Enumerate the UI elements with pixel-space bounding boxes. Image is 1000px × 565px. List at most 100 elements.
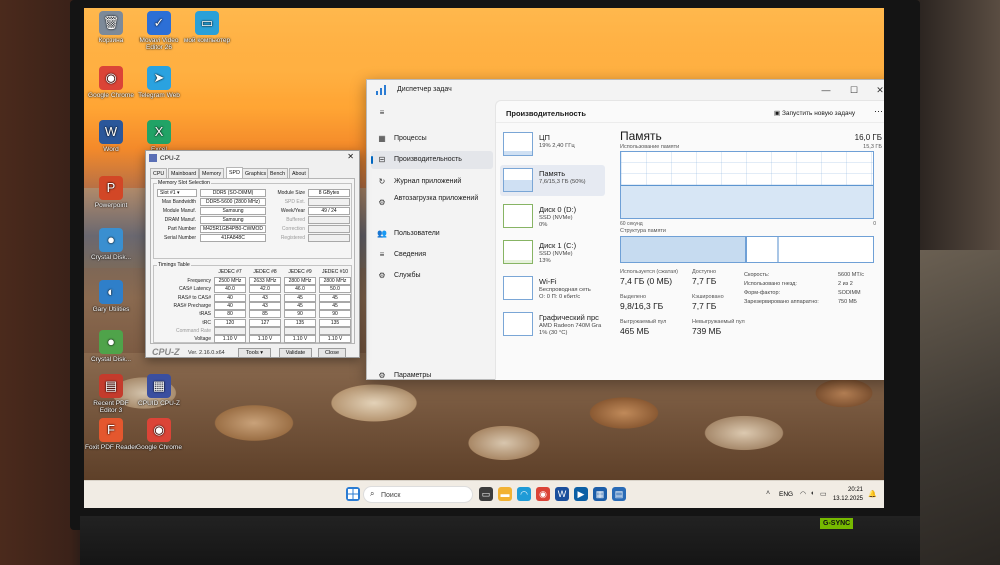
taskbar-search[interactable]: ⌕ Поиск [363, 486, 473, 503]
memory-structure-used [621, 237, 747, 262]
minimize-button[interactable]: — [815, 83, 837, 97]
desktop-icon[interactable]: F Foxit PDF Reader [84, 418, 138, 451]
nav-item-label: Параметры [394, 372, 432, 379]
desktop-icon[interactable]: ● Crystal Disk... [84, 330, 138, 363]
memory-panel: Память 16,0 ГБ Использование памяти 15,3… [616, 127, 884, 377]
file-explorer-icon[interactable]: ▬ [498, 487, 512, 501]
part-number-label: Part Number [167, 226, 196, 232]
timings-cell: 135 [284, 318, 316, 327]
resource-thumbnail-fill [504, 180, 532, 191]
language-indicator[interactable]: ENG [779, 491, 793, 498]
desktop-icon[interactable]: W Word [84, 120, 138, 153]
resource-detail: О: 0 П: 0 кбит/с [539, 294, 581, 300]
desktop-icon[interactable]: ◐ Gary Utilities [84, 280, 138, 313]
desktop-icon[interactable]: ◉ Google Chrome [132, 418, 186, 451]
timings-cell: 1.10 V [319, 335, 351, 344]
task-manager-titlebar[interactable]: Диспетчер задач — ☐ ✕ [367, 80, 884, 100]
nav-item-app-history[interactable]: ↻ Журнал приложений [371, 173, 493, 191]
timings-cell: 45 [284, 301, 316, 310]
memory-structure-label: Структура памяти [620, 228, 667, 234]
desktop-icon[interactable]: ▦ CPUID CPU-Z [132, 374, 186, 407]
app-icon: ◉ [147, 418, 171, 442]
timings-cell: 42.0 [249, 285, 281, 294]
slot-select[interactable]: Slot #1 ▾ [157, 189, 197, 197]
desktop-icon[interactable]: ➤ Telegram Web [132, 66, 186, 99]
serial-number-field: 41FA848C [200, 234, 266, 242]
wifi-icon[interactable]: ◠ [800, 490, 806, 498]
desktop-icon-label: Корзина [98, 37, 124, 44]
tray-chevron-icon[interactable]: ˄ [766, 490, 770, 497]
movavi-icon[interactable]: ▶ [574, 487, 588, 501]
tab-memory[interactable]: Memory [199, 168, 225, 178]
desktop-icon[interactable]: ✓ Movavi Video Editor 26 [132, 11, 186, 51]
desktop-icon[interactable]: ▤ Recent PDF Editor 3 [84, 374, 138, 414]
start-button[interactable] [346, 487, 360, 501]
tab-about[interactable]: About [289, 168, 309, 178]
timings-cell [284, 326, 316, 335]
timings-cell [214, 326, 246, 335]
nav-item-users[interactable]: 👥 Пользователи [371, 225, 493, 243]
tab-mainboard[interactable]: Mainboard [168, 168, 200, 178]
tab-cpu[interactable]: CPU [150, 168, 168, 178]
task-manager-taskbar-icon[interactable]: ▤ [612, 487, 626, 501]
clock[interactable]: 20:21 13.12.2025 [829, 486, 863, 504]
app-icon: ▤ [99, 374, 123, 398]
tab-graphics[interactable]: Graphics [242, 168, 270, 178]
nav-item-performance[interactable]: ⊟ Производительность [371, 151, 493, 169]
desktop-icon-label: Gary Utilities [92, 306, 130, 313]
serial-number-label: Serial Number [164, 235, 196, 241]
nav-icon: ⚙ [378, 198, 386, 207]
desktop-icon-label: Recent PDF Editor 3 [93, 400, 129, 414]
resource-item[interactable]: Память 7,6/15,3 ГБ (50%) [500, 165, 605, 196]
desktop-icon[interactable]: XExcel [132, 120, 186, 153]
timings-column-header: JEDEC #10 [321, 269, 349, 275]
stat-cached: Кэшировано 7,7 ГБ [692, 294, 724, 311]
maximize-button[interactable]: ☐ [843, 83, 865, 97]
word-icon[interactable]: W [555, 487, 569, 501]
timings-cell: 46.0 [284, 285, 316, 294]
task-manager-window: Диспетчер задач — ☐ ✕ ≡ ▦ Процессы ⊟ Произв… [366, 79, 884, 380]
more-options-button[interactable]: ⋯ [874, 106, 883, 117]
close-button[interactable]: ✕ [869, 83, 884, 97]
nav-item-details[interactable]: ≡ Сведения [371, 246, 493, 264]
close-window-button[interactable]: Close [318, 348, 346, 358]
app-icon: ● [99, 228, 123, 252]
battery-icon[interactable]: ▭ [820, 490, 827, 498]
edge-icon[interactable]: ◠ [517, 487, 531, 501]
nav-item-settings[interactable]: ⚙ Параметры [371, 367, 493, 385]
memory-usage-graph-fill [621, 185, 873, 218]
timings-cell: 120 [214, 318, 246, 327]
validate-button[interactable]: Validate [279, 348, 312, 358]
cpuz-taskbar-icon[interactable]: ▦ [593, 487, 607, 501]
app-icon: W [99, 120, 123, 144]
run-new-task-button[interactable]: ▣ Запустить новую задачу [774, 109, 855, 117]
resource-detail: Беспроводная сеть [539, 287, 591, 293]
resource-detail: SSD (NVMe) [539, 251, 573, 257]
spec-value: 2 из 2 [838, 281, 853, 287]
tools-button[interactable]: Tools ▾ [238, 348, 271, 358]
volume-icon[interactable]: ◖ [810, 490, 814, 497]
tab-spd[interactable]: SPD [226, 167, 243, 178]
desktop-icon[interactable]: ▭ мой компьютер [180, 11, 234, 44]
nav-item-services[interactable]: ⚙ Службы [371, 267, 493, 285]
tab-bench[interactable]: Bench [267, 168, 289, 178]
close-button[interactable]: ✕ [347, 152, 354, 161]
resource-item[interactable]: Графический прс AMD Radeon 740M Gra 1% (30… [500, 309, 605, 340]
resource-item[interactable]: ЦП 19% 2,40 ГГц [500, 129, 605, 160]
resource-item[interactable]: Диск 1 (C:) SSD (NVMe) 13% [500, 237, 605, 268]
task-view-icon[interactable]: ▭ [479, 487, 493, 501]
desktop-icon[interactable]: ◉ Google Chrome [84, 66, 138, 99]
chrome-icon[interactable]: ◉ [536, 487, 550, 501]
resource-item[interactable]: Диск 0 (D:) SSD (NVMe) 0% [500, 201, 605, 232]
resource-item[interactable]: Wi-Fi Беспроводная сеть О: 0 П: 0 кбит/с [500, 273, 605, 304]
run-new-task-label: Запустить новую задачу [781, 110, 856, 117]
desktop-icon[interactable]: 🗑 Корзина [84, 11, 138, 44]
desktop-icon[interactable]: P Powerpoint [84, 176, 138, 209]
hamburger-button[interactable]: ≡ [371, 104, 493, 122]
nav-item-startup[interactable]: ⚙ Автозагрузка приложений [371, 194, 493, 216]
nav-item-processes[interactable]: ▦ Процессы [371, 130, 493, 148]
part-number-field: M425R1GB4PB0-CWMOD [200, 225, 266, 233]
notifications-icon[interactable]: 🔔 [868, 490, 877, 498]
desktop-icon[interactable]: ● Crystal Disk... [84, 228, 138, 261]
buffered-field [308, 216, 350, 224]
